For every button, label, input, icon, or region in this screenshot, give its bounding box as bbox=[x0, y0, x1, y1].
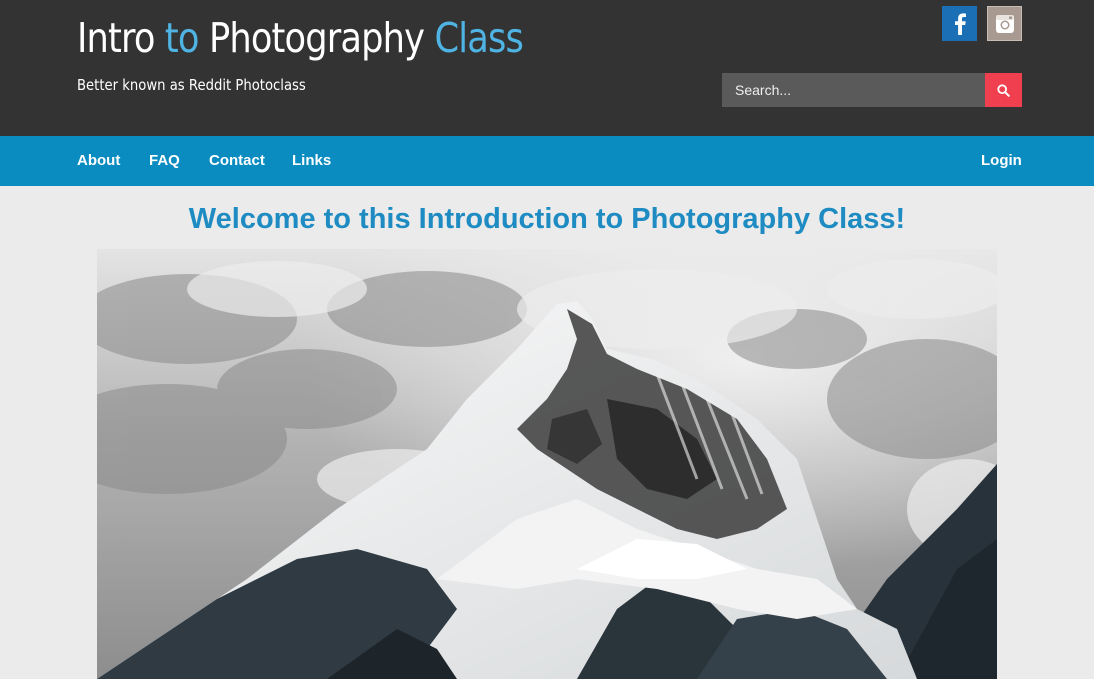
hero-image bbox=[97, 249, 997, 679]
nav-link-about[interactable]: About bbox=[77, 152, 120, 169]
facebook-icon bbox=[954, 12, 966, 35]
search-button[interactable] bbox=[985, 73, 1022, 107]
title-accent: to bbox=[164, 14, 200, 62]
site-header: Intro to Photography Class Better known … bbox=[0, 0, 1094, 136]
welcome-heading: Welcome to this Introduction to Photogra… bbox=[188, 203, 906, 235]
nav-link-login[interactable]: Login bbox=[981, 152, 1022, 169]
search-input[interactable] bbox=[722, 73, 985, 107]
site-title[interactable]: Intro to Photography Class bbox=[77, 14, 524, 62]
instagram-button[interactable] bbox=[987, 6, 1022, 41]
nav-link-links[interactable]: Links bbox=[292, 152, 331, 169]
main-nav: About FAQ Contact Links Login bbox=[0, 136, 1094, 186]
site-tagline: Better known as Reddit Photoclass bbox=[77, 76, 306, 94]
facebook-button[interactable] bbox=[942, 6, 977, 41]
title-accent: Class bbox=[434, 14, 524, 62]
title-part: Photography bbox=[198, 14, 435, 62]
nav-link-contact[interactable]: Contact bbox=[209, 152, 265, 169]
nav-link-faq[interactable]: FAQ bbox=[149, 152, 180, 169]
search-icon bbox=[997, 83, 1010, 97]
instagram-icon bbox=[995, 14, 1014, 33]
title-part: Intro bbox=[77, 14, 165, 62]
